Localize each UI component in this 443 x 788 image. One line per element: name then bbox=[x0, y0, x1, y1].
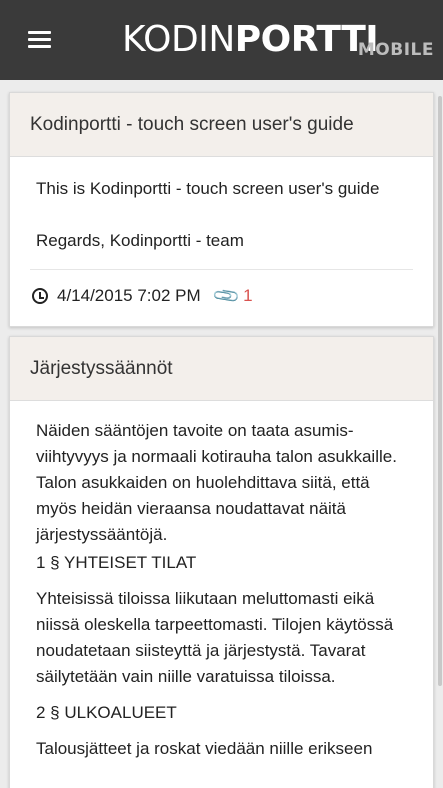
post-card[interactable]: Järjestyssäännöt Näiden sääntöjen tavoit… bbox=[9, 336, 434, 788]
top-app-bar: KODINPORTTI MOBILE bbox=[0, 0, 443, 80]
post-paragraph: This is Kodinportti - touch screen user'… bbox=[36, 179, 380, 198]
scrollbar[interactable] bbox=[438, 96, 442, 686]
post-datetime: 4/14/2015 7:02 PM bbox=[57, 286, 201, 305]
post-section-heading: 2 § ULKOALUEET bbox=[36, 703, 177, 722]
paperclip-icon[interactable]: 📎 bbox=[211, 281, 241, 311]
logo-text-bold: PORTTI bbox=[234, 19, 379, 60]
post-body: Näiden sääntöjen tavoite on taata asumis… bbox=[10, 401, 433, 762]
logo-mobile-label: MOBILE bbox=[357, 40, 434, 60]
attachment-count[interactable]: 1 bbox=[243, 286, 252, 306]
hamburger-menu-icon[interactable] bbox=[28, 31, 51, 49]
post-title: Kodinportti - touch screen user's guide bbox=[10, 93, 433, 157]
post-paragraph: Näiden sääntöjen tavoite on taata asumis… bbox=[36, 421, 397, 544]
post-card[interactable]: Kodinportti - touch screen user's guide … bbox=[9, 92, 434, 327]
post-meta: 4/14/2015 7:02 PM 📎 1 bbox=[30, 269, 413, 311]
logo-text-regular: KODIN bbox=[122, 19, 235, 60]
clock-icon bbox=[32, 288, 48, 304]
kodinportti-logo[interactable]: KODINPORTTI MOBILE bbox=[122, 18, 434, 62]
post-paragraph: Talousjätteet ja roskat viedään niille e… bbox=[36, 739, 373, 758]
post-title: Järjestyssäännöt bbox=[10, 337, 433, 401]
post-paragraph: Regards, Kodinportti - team bbox=[36, 231, 244, 250]
post-paragraph: Yhteisissä tiloissa liikutaan meluttomas… bbox=[36, 589, 394, 686]
post-body: This is Kodinportti - touch screen user'… bbox=[10, 157, 433, 254]
post-section-heading: 1 § YHTEISET TILAT bbox=[36, 553, 197, 572]
